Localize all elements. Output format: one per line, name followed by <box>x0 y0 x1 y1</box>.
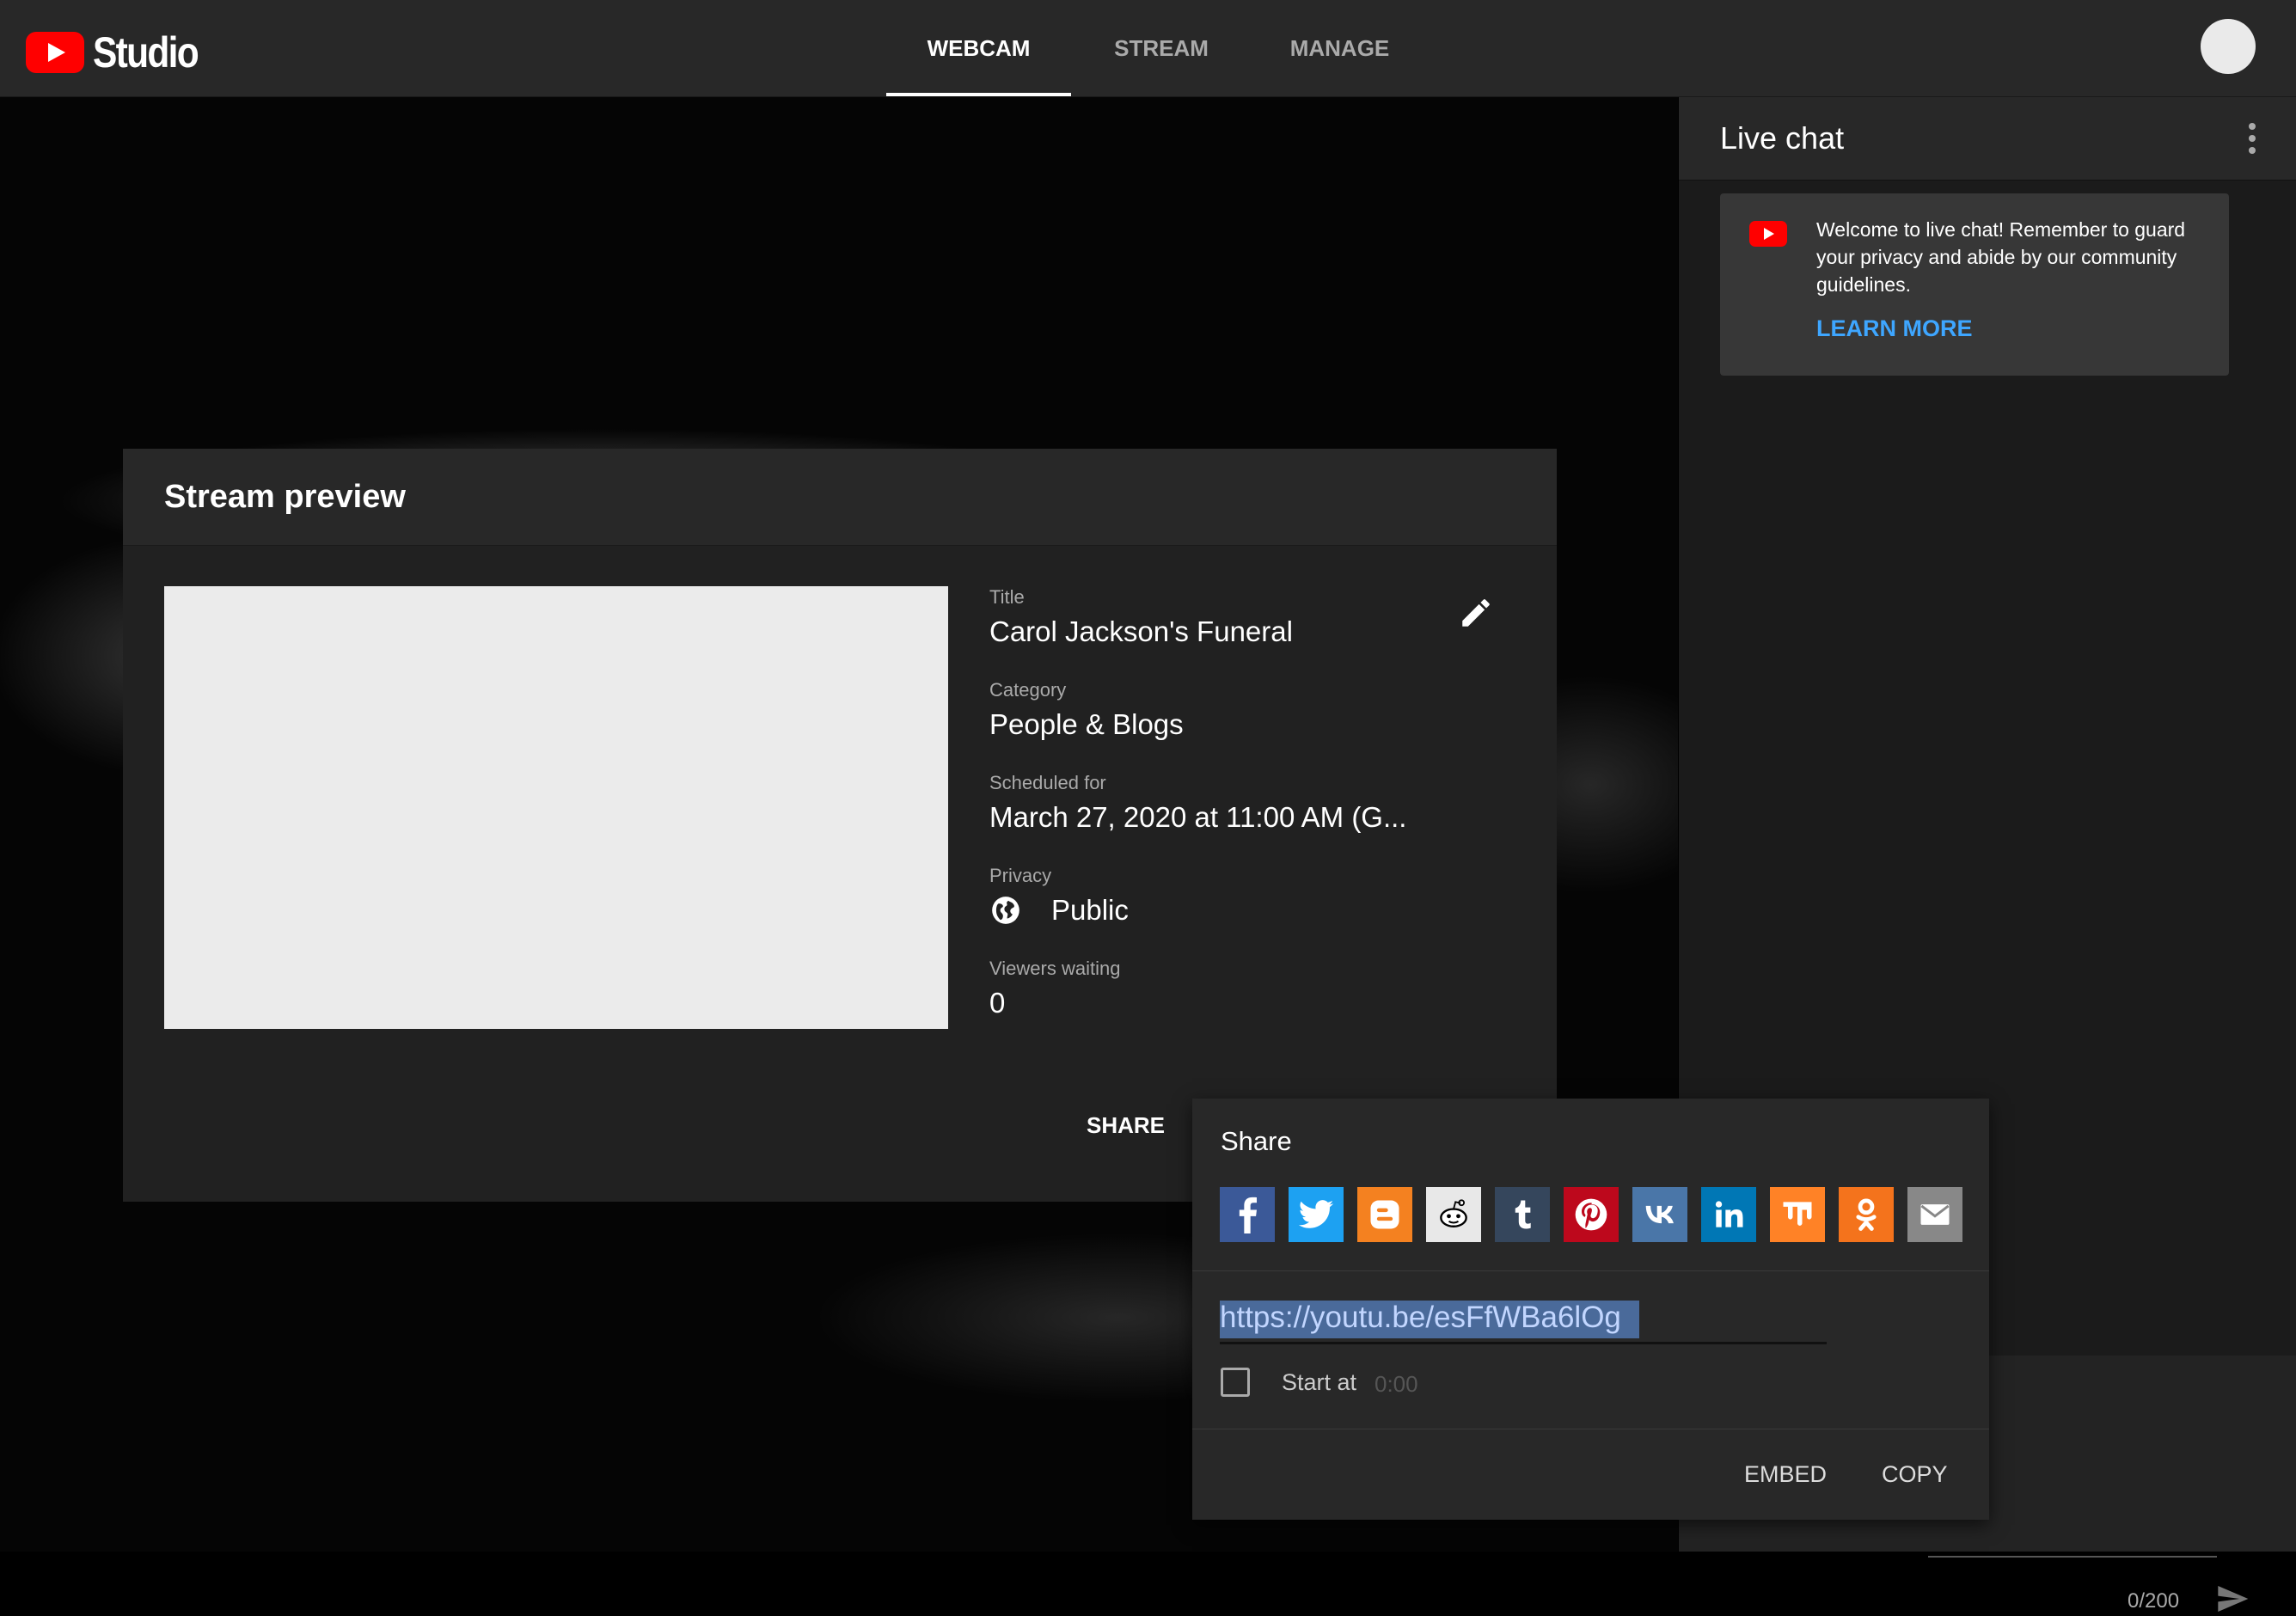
share-divider-top <box>1192 1270 1989 1271</box>
send-icon[interactable] <box>2213 1582 2251 1616</box>
category-label: Category <box>989 679 1067 701</box>
reddit-icon[interactable] <box>1426 1187 1481 1242</box>
linkedin-icon[interactable] <box>1701 1187 1756 1242</box>
title-value: Carol Jackson's Funeral <box>989 615 1293 647</box>
chat-input-underline[interactable] <box>1928 1556 2217 1558</box>
twitter-icon[interactable] <box>1289 1187 1344 1242</box>
char-count: 0/200 <box>2128 1589 2180 1613</box>
copy-button[interactable]: COPY <box>1882 1461 1948 1488</box>
vk-icon[interactable] <box>1632 1187 1687 1242</box>
avatar[interactable] <box>2201 19 2256 74</box>
tumblr-icon[interactable] <box>1495 1187 1550 1242</box>
more-options-icon[interactable] <box>2248 123 2256 157</box>
studio-logo[interactable]: Studio <box>26 28 217 77</box>
globe-icon <box>992 897 1019 924</box>
welcome-text: Welcome to live chat! Remember to guard … <box>1816 218 2186 296</box>
viewers-value: 0 <box>989 987 1006 1019</box>
scheduled-label: Scheduled for <box>989 772 1106 793</box>
share-url-field[interactable] <box>1220 1301 1827 1344</box>
share-title: Share <box>1221 1126 1292 1156</box>
youtube-logo-icon <box>26 32 84 73</box>
share-network-icons <box>1220 1187 1976 1242</box>
logo-text: Studio <box>93 28 199 77</box>
share-url-input[interactable] <box>1220 1301 1827 1335</box>
start-at-time[interactable]: 0:00 <box>1375 1371 1418 1398</box>
top-bar: Studio WEBCAM STREAM MANAGE <box>0 0 2296 97</box>
stream-thumbnail[interactable] <box>164 586 948 1029</box>
tab-stream[interactable]: STREAM <box>1071 0 1252 96</box>
mix-icon[interactable] <box>1770 1187 1825 1242</box>
odnoklassniki-icon[interactable] <box>1839 1187 1894 1242</box>
stream-info: Title Carol Jackson's Funeral Category P… <box>989 586 1471 1050</box>
viewers-label: Viewers waiting <box>989 958 1121 979</box>
blogger-icon[interactable] <box>1357 1187 1412 1242</box>
stream-preview-card: Stream preview Title Carol Jackson's Fun… <box>123 449 1557 1202</box>
email-icon[interactable] <box>1907 1187 1962 1242</box>
tab-manage[interactable]: MANAGE <box>1252 0 1428 96</box>
youtube-icon <box>1749 221 1787 247</box>
learn-more-link[interactable]: LEARN MORE <box>1816 315 1973 342</box>
chat-welcome-message: Welcome to live chat! Remember to guard … <box>1720 193 2229 376</box>
pencil-edit-icon[interactable] <box>1458 595 1494 631</box>
tab-webcam[interactable]: WEBCAM <box>886 0 1071 96</box>
privacy-label: Privacy <box>989 865 1052 886</box>
start-at-checkbox[interactable] <box>1221 1368 1250 1397</box>
stream-preview-heading: Stream preview <box>123 449 1557 546</box>
title-label: Title <box>989 586 1025 608</box>
facebook-icon[interactable] <box>1220 1187 1275 1242</box>
share-dialog: Share https://youtu.be/esFfWBa6lOg Start… <box>1192 1099 1989 1520</box>
start-at-label: Start at <box>1282 1369 1357 1395</box>
live-chat-title: Live chat <box>1679 97 2296 181</box>
share-button[interactable]: SHARE <box>1087 1112 1165 1139</box>
privacy-row: Public <box>989 894 1471 927</box>
scheduled-value: March 27, 2020 at 11:00 AM (G... <box>989 801 1407 833</box>
privacy-value: Public <box>1051 894 1129 926</box>
pinterest-icon[interactable] <box>1564 1187 1619 1242</box>
category-value: People & Blogs <box>989 708 1184 740</box>
embed-button[interactable]: EMBED <box>1744 1461 1827 1488</box>
